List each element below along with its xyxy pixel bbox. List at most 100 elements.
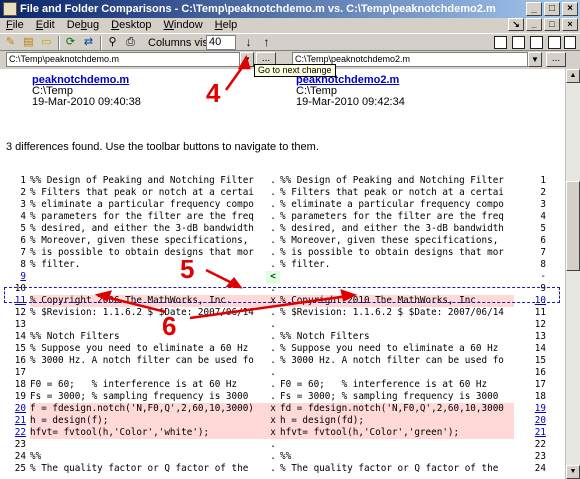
diff-marker: .	[270, 379, 276, 390]
left-line-number: 12	[14, 307, 26, 318]
right-line-text: % 3000 Hz. A notch filter can be used fo	[280, 355, 504, 366]
right-line-number: 7	[540, 247, 546, 258]
diff-marker: x	[266, 427, 280, 439]
diff-row: 13. 12	[0, 319, 565, 331]
menu-help[interactable]: Help	[209, 18, 244, 33]
right-line-text: Fs = 3000; % sampling frequency is 3000	[280, 391, 499, 402]
left-file-date: 19-Mar-2010 09:40:38	[32, 96, 141, 108]
open-folder-icon[interactable]: ▭	[40, 36, 53, 49]
scroll-thumb[interactable]	[566, 181, 580, 271]
menu-window[interactable]: Window	[158, 18, 209, 33]
left-line-text: % filter.	[30, 259, 81, 270]
diff-row: 16 % 3000 Hz. A notch filter can be used …	[0, 355, 565, 367]
doc-maximize-button[interactable]: □	[544, 18, 560, 31]
left-path-dropdown-icon[interactable]: ▼	[240, 52, 254, 67]
diff-marker: .	[270, 259, 276, 270]
right-line-text: % Suppose you need to eliminate a 60 Hz	[280, 343, 499, 354]
menu-file[interactable]: File	[0, 18, 30, 33]
toolbar-separator	[58, 36, 60, 50]
tile-icon[interactable]	[494, 36, 507, 49]
left-line-number: 17	[14, 367, 26, 378]
annotation-6: 6	[162, 311, 177, 341]
right-path-dropdown-icon[interactable]: ▼	[528, 52, 542, 67]
diff-marker: .	[270, 439, 276, 450]
right-line-text: %%	[280, 451, 292, 462]
diff-row: 24%%.%% 23	[0, 451, 565, 463]
diff-marker: .	[270, 319, 276, 330]
diff-marker: .	[270, 223, 276, 234]
left-line-text: %% Notch Filters	[30, 331, 120, 342]
split-vertical-icon[interactable]	[512, 36, 525, 49]
swap-sides-icon[interactable]: ⇄	[82, 36, 95, 49]
doc-close-button[interactable]: ×	[562, 18, 578, 31]
right-browse-button[interactable]: ...	[546, 52, 566, 67]
maximize-button[interactable]: □	[544, 2, 560, 16]
right-line-number: 14	[534, 343, 546, 354]
diff-marker: x	[266, 415, 280, 427]
right-line-text: % eliminate a particular frequency compo	[280, 199, 504, 210]
maximize-view-icon[interactable]	[564, 36, 576, 49]
undock-button[interactable]: ↘	[508, 18, 524, 31]
diff-marker: .	[270, 307, 276, 318]
toolbar-separator	[100, 36, 102, 50]
doc-minimize-button[interactable]: _	[526, 18, 542, 31]
diff-marker: .	[270, 367, 276, 378]
refresh-icon[interactable]: ⟳	[64, 36, 77, 49]
diff-marker: .	[270, 391, 276, 402]
right-line-number[interactable]: 20	[520, 415, 546, 427]
right-line-number: 15	[534, 355, 546, 366]
left-line-number: 4	[20, 211, 26, 222]
right-line-text: % is possible to obtain designs that mor	[280, 247, 504, 258]
left-line-text: % 3000 Hz. A notch filter can be used fo	[30, 355, 254, 366]
left-line-text: f = fdesign.notch('N,F0,Q',2,60,10,3000)	[30, 403, 266, 415]
new-compare-icon[interactable]: ✎	[4, 36, 17, 49]
left-line-number: 23	[14, 439, 26, 450]
diff-row: 9 < -	[0, 271, 565, 283]
minimize-button[interactable]: _	[526, 2, 542, 16]
diff-row: 14 %% Notch Filters. %% Notch Filters 13	[0, 331, 565, 343]
next-change-icon[interactable]: ↓	[242, 36, 255, 49]
right-line-text: % Filters that peak or notch at a certai	[280, 187, 504, 198]
vertical-scrollbar[interactable]: ▲ ▼	[565, 69, 580, 479]
menu-desktop[interactable]: Desktop	[105, 18, 157, 33]
columns-visible-input[interactable]: 40	[206, 35, 236, 50]
diff-row: 8 % filter.. % filter. 8	[0, 259, 565, 271]
left-line-number: 24	[14, 451, 26, 462]
right-line-number[interactable]: 21	[520, 427, 546, 439]
left-line-number: 13	[14, 319, 26, 330]
diff-marker: .	[270, 247, 276, 258]
left-path-combo[interactable]: C:\Temp\peaknotchdemo.m	[6, 52, 240, 67]
menu-debug[interactable]: Debug	[61, 18, 105, 33]
left-line-number[interactable]: 20	[0, 403, 26, 415]
left-line-number: 2	[20, 187, 26, 198]
close-button[interactable]: ×	[562, 2, 578, 16]
split-horizontal-icon[interactable]	[530, 36, 543, 49]
print-icon[interactable]: ⎙	[124, 36, 137, 49]
next-change-tooltip: Go to next change	[254, 64, 336, 77]
left-line-number: 7	[20, 247, 26, 258]
left-line-number[interactable]: 9	[0, 271, 26, 283]
toolbar: ✎ ▤ ▭ ⟳ ⇄ ⚲ ⎙ Columns visible: 40 ↓ ↑	[0, 33, 580, 51]
left-line-number[interactable]: 21	[0, 415, 26, 427]
highlight-box	[4, 287, 560, 303]
right-line-text: F0 = 60; % interference is at 60 Hz	[280, 379, 488, 390]
float-icon[interactable]	[548, 36, 561, 49]
menu-edit[interactable]: Edit	[30, 18, 61, 33]
scroll-down-icon[interactable]: ▼	[566, 465, 580, 479]
left-line-number[interactable]: 22	[0, 427, 26, 439]
right-line-number: 13	[534, 331, 546, 342]
previous-change-icon[interactable]: ↑	[260, 36, 273, 49]
scroll-up-icon[interactable]: ▲	[566, 69, 580, 83]
left-line-text: Fs = 3000; % sampling frequency is 3000	[30, 391, 249, 402]
right-line-number[interactable]: 19	[520, 403, 546, 415]
right-line-text: %% Design of Peaking and Notching Filter	[280, 175, 504, 186]
open-file-icon[interactable]: ▤	[22, 36, 35, 49]
left-line-number: 18	[14, 379, 26, 390]
diff-row: 2 % Filters that peak or notch at a certa…	[0, 187, 565, 199]
diff-marker: x	[266, 403, 280, 415]
find-icon[interactable]: ⚲	[106, 36, 119, 49]
left-line-number: 16	[14, 355, 26, 366]
left-line-text: % is possible to obtain designs that mor	[30, 247, 254, 258]
right-line-number: 1	[540, 175, 546, 186]
left-line-number: 1	[20, 175, 26, 186]
